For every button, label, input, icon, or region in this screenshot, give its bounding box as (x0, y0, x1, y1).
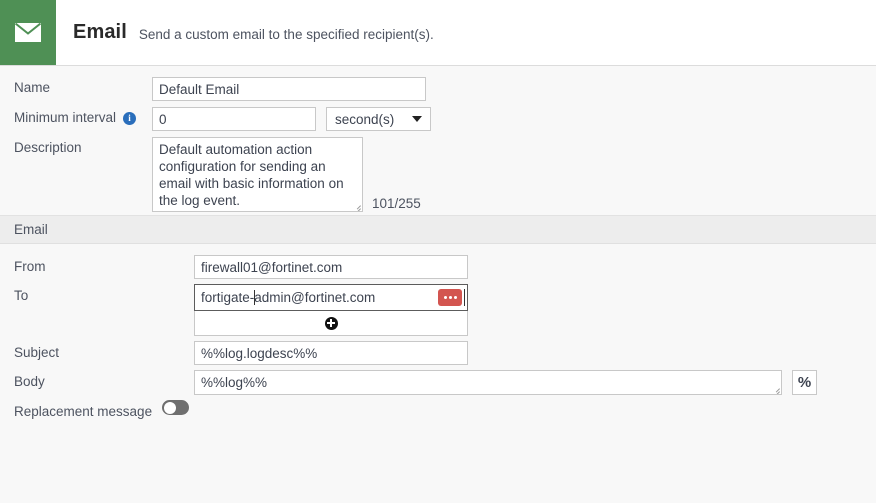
replacement-message-row: Replacement message (0, 400, 876, 424)
email-section-band: Email (0, 216, 876, 244)
subject-row: Subject (0, 341, 876, 365)
body-field-wrap: %%log%% % (194, 370, 817, 395)
from-input[interactable] (194, 255, 468, 279)
minimum-interval-input[interactable] (152, 107, 316, 131)
add-recipient-button[interactable] (194, 311, 468, 336)
minimum-interval-row: Minimum interval i second(s) (0, 107, 876, 131)
description-row: Description Default automation action co… (0, 137, 876, 212)
page-title: Email (73, 21, 127, 44)
subject-label: Subject (14, 341, 194, 365)
interval-unit-value: second(s) (335, 112, 394, 127)
badge-dot (454, 296, 457, 299)
to-label: To (14, 284, 194, 308)
header-text: Email Send a custom email to the specifi… (56, 0, 434, 65)
general-settings-section: Name Minimum interval i second(s) Descri… (0, 66, 876, 216)
email-action-dialog: Email Send a custom email to the specifi… (0, 0, 876, 503)
resize-grip-icon[interactable] (771, 384, 780, 393)
badge-dot (449, 296, 452, 299)
minimum-interval-label: Minimum interval i (14, 107, 152, 129)
dialog-header: Email Send a custom email to the specifi… (0, 0, 876, 66)
percent-icon: % (798, 374, 811, 391)
name-row: Name (0, 77, 876, 101)
description-char-counter: 101/255 (372, 196, 421, 212)
description-value: Default automation action configuration … (159, 142, 344, 208)
to-value: fortigate-admin@fortinet.com (201, 290, 375, 305)
from-label: From (14, 255, 194, 279)
description-label: Description (14, 137, 152, 159)
replacement-message-label: Replacement message (14, 400, 152, 424)
name-label: Name (14, 77, 152, 99)
plus-circle-icon (325, 317, 338, 330)
to-input[interactable]: fortigate-admin@fortinet.com (194, 284, 468, 311)
body-value: %%log%% (201, 375, 267, 390)
description-textarea[interactable]: Default automation action configuration … (152, 137, 363, 212)
from-row: From (0, 255, 876, 279)
info-icon[interactable]: i (123, 112, 136, 125)
description-wrap: Default automation action configuration … (152, 137, 421, 212)
body-textarea[interactable]: %%log%% (194, 370, 782, 395)
replacement-message-toggle[interactable] (162, 400, 189, 415)
badge-dot (444, 296, 447, 299)
ellipsis-badge-icon[interactable] (438, 289, 462, 306)
body-label: Body (14, 370, 194, 394)
body-row: Body %%log%% % (0, 370, 876, 395)
subject-input[interactable] (194, 341, 468, 365)
to-row: To fortigate-admin@fortinet.com (0, 284, 876, 336)
to-value-after-caret: admin@fortinet.com (254, 290, 375, 305)
minimum-interval-label-text: Minimum interval (14, 107, 116, 129)
insert-variable-button[interactable]: % (792, 370, 817, 395)
envelope-icon (15, 23, 41, 42)
page-subtitle: Send a custom email to the specified rec… (139, 23, 434, 42)
header-icon-box (0, 0, 56, 65)
interval-unit-select[interactable]: second(s) (326, 107, 431, 131)
resize-grip-icon[interactable] (352, 201, 361, 210)
badge-cursor (464, 289, 465, 306)
email-fields-section: From To fortigate-admin@fortinet.com (0, 244, 876, 424)
name-input[interactable] (152, 77, 426, 101)
email-section-title: Email (14, 222, 48, 237)
toggle-knob (164, 402, 176, 414)
chevron-down-icon (412, 116, 422, 122)
to-value-before-caret: fortigate- (201, 290, 254, 305)
